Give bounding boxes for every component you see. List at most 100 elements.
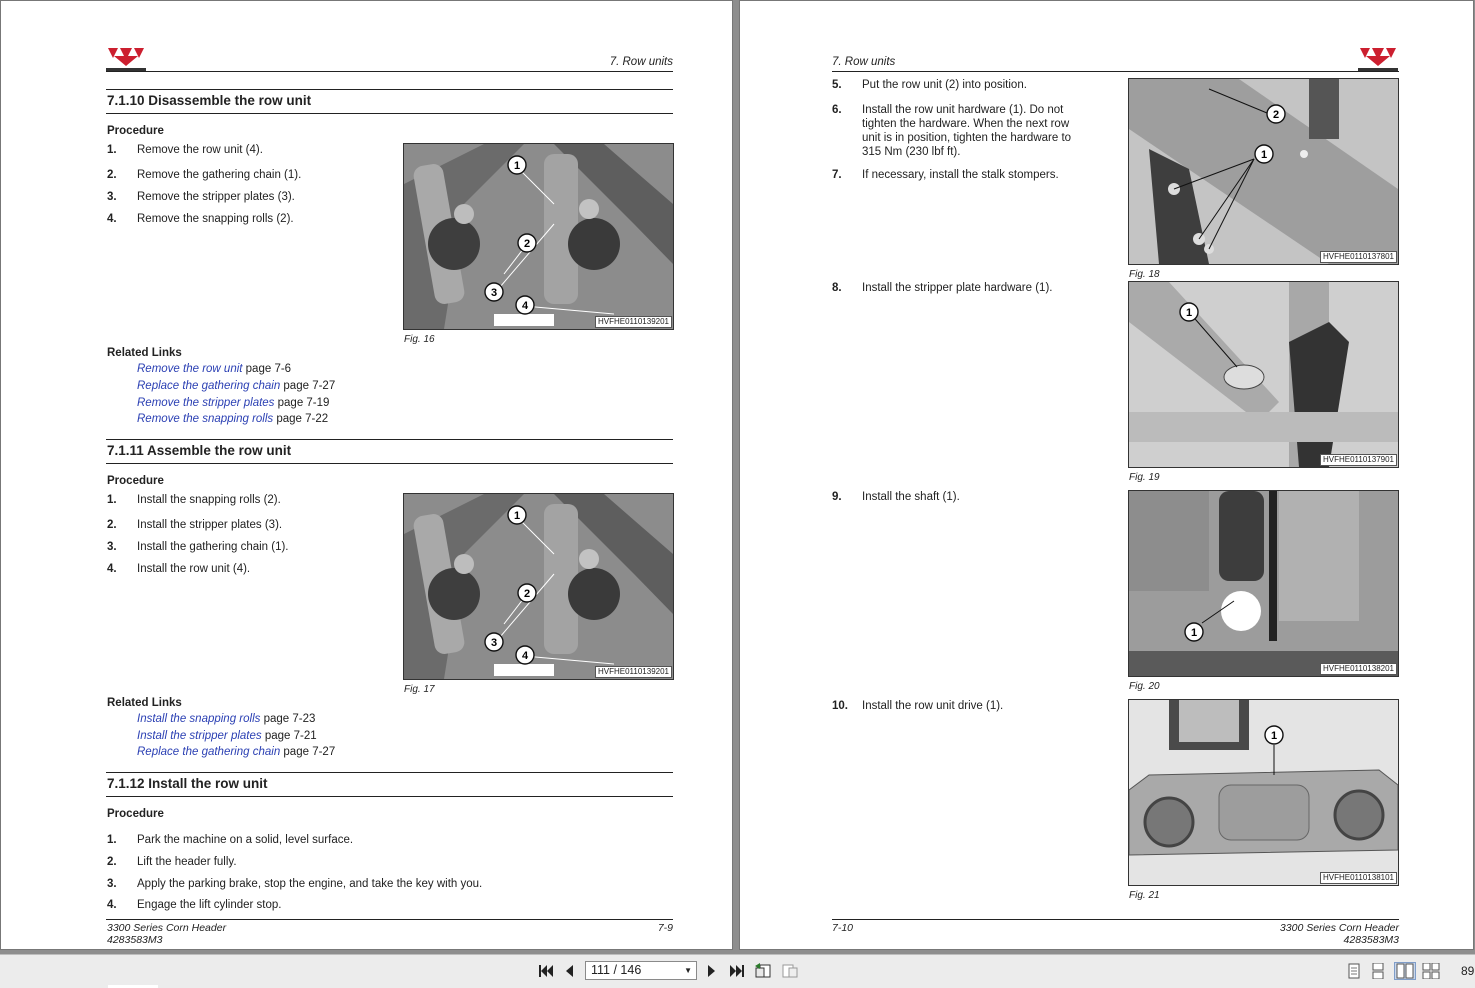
related-link[interactable]: Remove the snapping rolls <box>137 413 273 425</box>
related-link[interactable]: Replace the gathering chain <box>137 746 280 758</box>
svg-text:2: 2 <box>524 238 530 250</box>
figure-row-unit-hardware: 2 1 HVFHE0110137801 <box>1128 78 1399 265</box>
procedure-step: 3. Remove the stripper plates (3). <box>107 191 295 203</box>
related-link-item[interactable]: Remove the stripper plates page 7-19 <box>137 397 329 409</box>
related-link-item[interactable]: Remove the row unit page 7-6 <box>137 363 291 375</box>
continuous-facing-view-button[interactable] <box>1422 962 1440 980</box>
figure-caption: Fig. 19 <box>1129 472 1160 483</box>
related-link[interactable]: Install the snapping rolls <box>137 713 260 725</box>
callout-4: 4 <box>515 295 535 315</box>
page-number-field[interactable]: 111 / 146 ▼ <box>585 961 697 980</box>
svg-text:1: 1 <box>514 510 520 522</box>
figure-code: HVFHE0110138101 <box>1319 872 1397 884</box>
next-page-button[interactable] <box>704 962 720 980</box>
next-view-button[interactable] <box>780 962 800 980</box>
triple-triangle-logo-icon <box>1360 48 1396 66</box>
related-link[interactable]: Remove the stripper plates <box>137 397 274 409</box>
next-view-icon <box>782 964 798 978</box>
related-link[interactable]: Replace the gathering chain <box>137 380 280 392</box>
procedure-step: 6. Install the row unit hardware (1). Do … <box>832 104 1072 158</box>
callout-1: 1 <box>1179 302 1199 322</box>
continuous-view-button[interactable] <box>1369 962 1387 980</box>
related-link-item[interactable]: Install the snapping rolls page 7-23 <box>137 713 315 725</box>
brand-logo <box>1358 46 1398 72</box>
procedure-heading: Procedure <box>107 808 164 820</box>
section-title: 7.1.10 Disassemble the row unit <box>107 93 312 108</box>
related-link[interactable]: Install the stripper plates <box>137 730 262 742</box>
figure-code: HVFHE0110139201 <box>594 666 672 678</box>
procedure-step: 4. Engage the lift cylinder stop. <box>107 899 282 911</box>
figure-caption: Fig. 18 <box>1129 269 1160 280</box>
procedure-step: 9. Install the shaft (1). <box>832 491 960 503</box>
right-page: 7. Row units 5. Put the row unit (2) into… <box>740 1 1473 949</box>
callout-2: 2 <box>517 583 537 603</box>
figure-caption: Fig. 20 <box>1129 681 1160 692</box>
figure-code: HVFHE0110139201 <box>594 316 672 328</box>
svg-text:1: 1 <box>514 160 520 172</box>
viewer-toolbar: 111 / 146 ▼ 89 <box>0 954 1475 988</box>
procedure-step: 2. Install the stripper plates (3). <box>107 519 283 531</box>
svg-text:2: 2 <box>1273 109 1279 121</box>
svg-text:1: 1 <box>1261 149 1267 161</box>
procedure-step: 2. Remove the gathering chain (1). <box>107 169 302 181</box>
page-number: 7-10 <box>832 922 854 934</box>
previous-page-icon <box>566 965 573 977</box>
triple-triangle-logo-icon <box>108 48 144 66</box>
previous-view-button[interactable] <box>753 962 773 980</box>
callout-2: 2 <box>1266 104 1286 124</box>
figure-code: HVFHE0110138201 <box>1319 663 1397 675</box>
last-page-button[interactable] <box>728 962 746 980</box>
callout-2: 2 <box>517 233 537 253</box>
related-link-item[interactable]: Install the stripper plates page 7-21 <box>137 730 317 742</box>
figure-caption: Fig. 16 <box>404 334 435 345</box>
related-link-item[interactable]: Remove the snapping rolls page 7-22 <box>137 413 328 425</box>
section-title: 7.1.12 Install the row unit <box>107 776 268 791</box>
page-number: 7-9 <box>657 922 673 934</box>
previous-page-button[interactable] <box>561 962 577 980</box>
related-links-heading: Related Links <box>107 697 182 709</box>
footer-title: 3300 Series Corn Header <box>107 922 227 934</box>
left-page: 7. Row units 7.1.10 Disassemble the row … <box>1 1 732 949</box>
callout-3: 3 <box>484 282 504 302</box>
callout-1: 1 <box>507 505 527 525</box>
figure-shaft: 1 HVFHE0110138201 <box>1128 490 1399 677</box>
svg-text:1: 1 <box>1186 307 1192 319</box>
procedure-step: 1. Park the machine on a solid, level sur… <box>107 834 354 846</box>
procedure-step: 3. Install the gathering chain (1). <box>107 541 289 553</box>
figure-caption: Fig. 21 <box>1129 890 1160 901</box>
figure-stripper-plate-hardware: 1 HVFHE0110137901 <box>1128 281 1399 468</box>
related-link-item[interactable]: Replace the gathering chain page 7-27 <box>137 746 335 758</box>
procedure-step: 4. Remove the snapping rolls (2). <box>107 213 294 225</box>
footer-code: 4283583M3 <box>1343 934 1399 946</box>
callout-1: 1 <box>1184 622 1204 642</box>
svg-text:4: 4 <box>522 650 529 662</box>
single-page-view-button[interactable] <box>1345 962 1363 980</box>
facing-pages-view-button[interactable] <box>1394 962 1416 980</box>
footer-code: 4283583M3 <box>107 934 163 946</box>
figure-row-unit-photo: 1 2 3 4 HVFHE0110139201 <box>403 143 674 330</box>
procedure-heading: Procedure <box>107 125 164 137</box>
first-page-button[interactable] <box>537 962 555 980</box>
single-page-icon <box>1348 963 1360 979</box>
procedure-step: 7. If necessary, install the stalk stompe… <box>832 169 1059 181</box>
figure-row-unit-photo: 1 2 3 4 HVFHE0110139201 <box>403 493 674 680</box>
zoom-level[interactable]: 89 <box>1461 964 1474 978</box>
callout-1: 1 <box>1254 144 1274 164</box>
first-page-icon <box>539 965 553 977</box>
related-link-item[interactable]: Replace the gathering chain page 7-27 <box>137 380 335 392</box>
svg-text:3: 3 <box>491 287 497 299</box>
footer-title: 3300 Series Corn Header <box>1279 922 1399 934</box>
figure-code: HVFHE0110137801 <box>1319 251 1397 263</box>
figure-code: HVFHE0110137901 <box>1319 454 1397 466</box>
related-link[interactable]: Remove the row unit <box>137 363 242 375</box>
callout-3: 3 <box>484 632 504 652</box>
callout-1: 1 <box>507 155 527 175</box>
previous-view-icon <box>755 963 771 978</box>
procedure-step: 1. Install the snapping rolls (2). <box>107 494 281 506</box>
figure-row-unit-drive: 1 HVFHE0110138101 <box>1128 699 1399 886</box>
continuous-page-icon <box>1372 963 1384 979</box>
dropdown-caret-icon[interactable]: ▼ <box>684 962 692 979</box>
svg-text:4: 4 <box>522 300 529 312</box>
svg-text:3: 3 <box>491 637 497 649</box>
figure-caption: Fig. 17 <box>404 684 435 695</box>
